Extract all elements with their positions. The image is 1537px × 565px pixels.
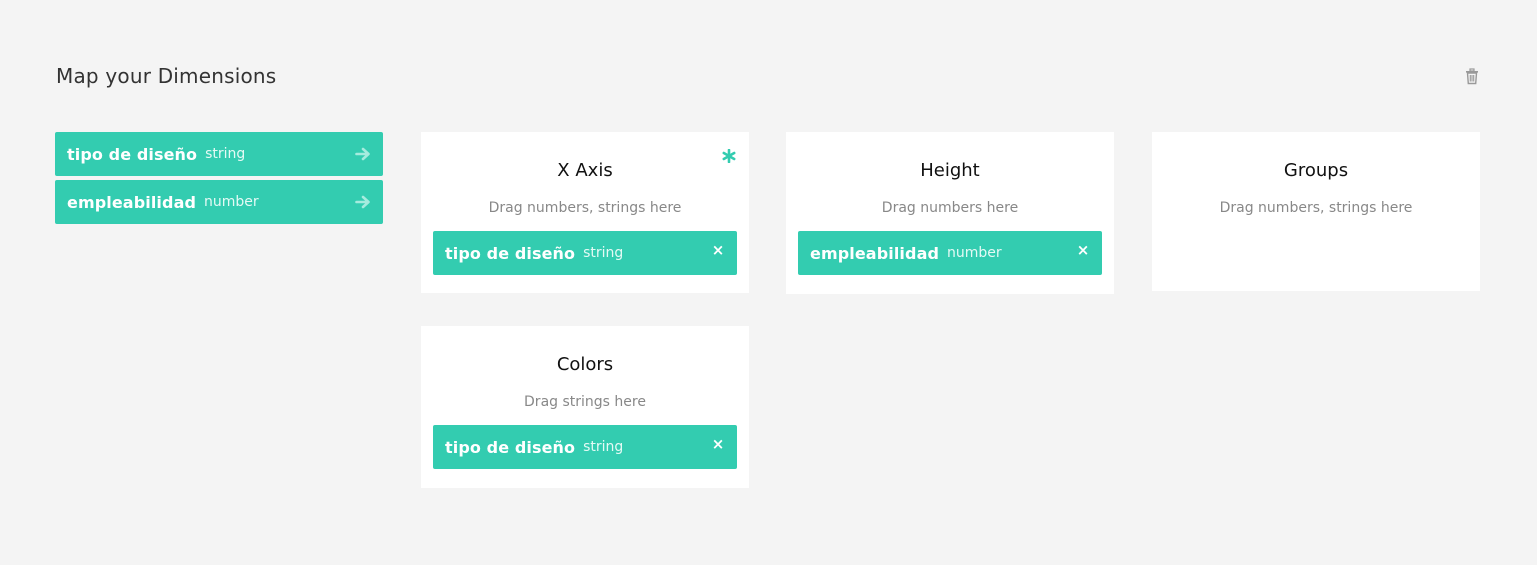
arrow-right-icon (355, 146, 371, 162)
asterisk-icon (722, 148, 736, 164)
dimension-type: string (205, 146, 246, 162)
drop-zone-hint: Drag strings here (524, 394, 646, 410)
close-icon[interactable]: × (711, 243, 725, 258)
dimension-name: tipo de diseño (445, 437, 576, 457)
assigned-dimension[interactable]: empleabilidad number × (798, 231, 1102, 275)
dimension-item-empleabilidad[interactable]: empleabilidad number (55, 180, 383, 224)
dimension-type: string (583, 439, 624, 455)
trash-icon[interactable] (1462, 66, 1482, 86)
close-icon[interactable]: × (711, 437, 725, 452)
drop-zone-hint: Drag numbers here (881, 200, 1019, 216)
close-icon[interactable]: × (1076, 243, 1090, 258)
dimension-type: number (947, 245, 1002, 261)
assigned-dimension[interactable]: tipo de diseño string × (433, 231, 737, 275)
drop-zone-title: X Axis (557, 160, 613, 181)
dimension-list: tipo de diseño string empleabilidad numb… (55, 132, 383, 228)
drop-zone-height[interactable]: Height Drag numbers here empleabilidad n… (786, 132, 1114, 294)
arrow-right-icon (355, 194, 371, 210)
drop-zone-hint: Drag numbers, strings here (488, 200, 682, 216)
dimension-type: string (583, 245, 624, 261)
dimension-name: empleabilidad (810, 243, 940, 263)
dimension-item-tipo-de-diseno[interactable]: tipo de diseño string (55, 132, 383, 176)
dimension-type: number (204, 194, 259, 210)
drop-zone-hint: Drag numbers, strings here (1219, 200, 1413, 216)
drop-zone-title: Groups (1283, 160, 1349, 181)
assigned-dimension[interactable]: tipo de diseño string × (433, 425, 737, 469)
drop-zone-title: Colors (556, 354, 614, 375)
drop-zone-groups[interactable]: Groups Drag numbers, strings here (1152, 132, 1480, 291)
drop-zone-x-axis[interactable]: X Axis Drag numbers, strings here tipo d… (421, 132, 749, 293)
drop-zone-title: Height (920, 160, 980, 181)
drop-zone-colors[interactable]: Colors Drag strings here tipo de diseño … (421, 326, 749, 488)
page-title: Map your Dimensions (56, 64, 277, 88)
dimension-name: tipo de diseño (445, 243, 576, 263)
dimension-name: empleabilidad (67, 192, 197, 212)
dimension-name: tipo de diseño (67, 144, 198, 164)
